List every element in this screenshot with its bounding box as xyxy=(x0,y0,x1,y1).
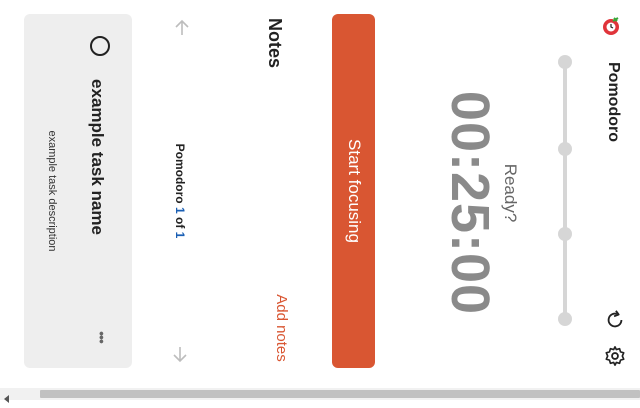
task-card[interactable] xyxy=(24,14,132,368)
scrollbar-thumb[interactable] xyxy=(40,390,640,398)
arrow-down-icon[interactable] xyxy=(170,344,190,364)
progress-dot xyxy=(558,227,572,241)
counter-prefix: Pomodoro xyxy=(173,143,187,204)
task-menu-icon[interactable]: ••• xyxy=(94,327,110,347)
progress-dot xyxy=(558,55,572,69)
arrow-up-icon[interactable] xyxy=(172,18,192,38)
tomato-icon xyxy=(601,16,621,36)
progress-dot xyxy=(558,142,572,156)
counter-of: of xyxy=(173,217,187,229)
status-text: Ready? xyxy=(501,163,520,223)
progress-rail xyxy=(563,62,567,320)
scroll-left-icon[interactable] xyxy=(2,390,12,403)
counter-current: 1 xyxy=(173,206,187,214)
gear-icon[interactable] xyxy=(603,344,627,368)
timer-display: 00:25:00 xyxy=(440,90,500,316)
horizontal-scrollbar[interactable] xyxy=(0,388,640,403)
notes-heading: Notes xyxy=(265,18,285,69)
app-title: Pomodoro xyxy=(605,62,622,142)
counter-total: 1 xyxy=(173,231,187,239)
pomodoro-counter: Pomodoro 1 of 1 xyxy=(172,141,188,241)
task-description: example task description xyxy=(46,130,58,252)
add-notes-link[interactable]: Add notes xyxy=(271,293,291,363)
task-complete-checkbox[interactable] xyxy=(90,36,110,56)
task-name: example task name xyxy=(88,79,107,235)
start-button-label: Start focusing xyxy=(345,139,364,243)
pomodoro-app: Pomodoro Ready? 00:25:00 Start focusing … xyxy=(0,0,640,388)
refresh-icon[interactable] xyxy=(603,308,627,332)
progress-dot xyxy=(558,312,572,326)
